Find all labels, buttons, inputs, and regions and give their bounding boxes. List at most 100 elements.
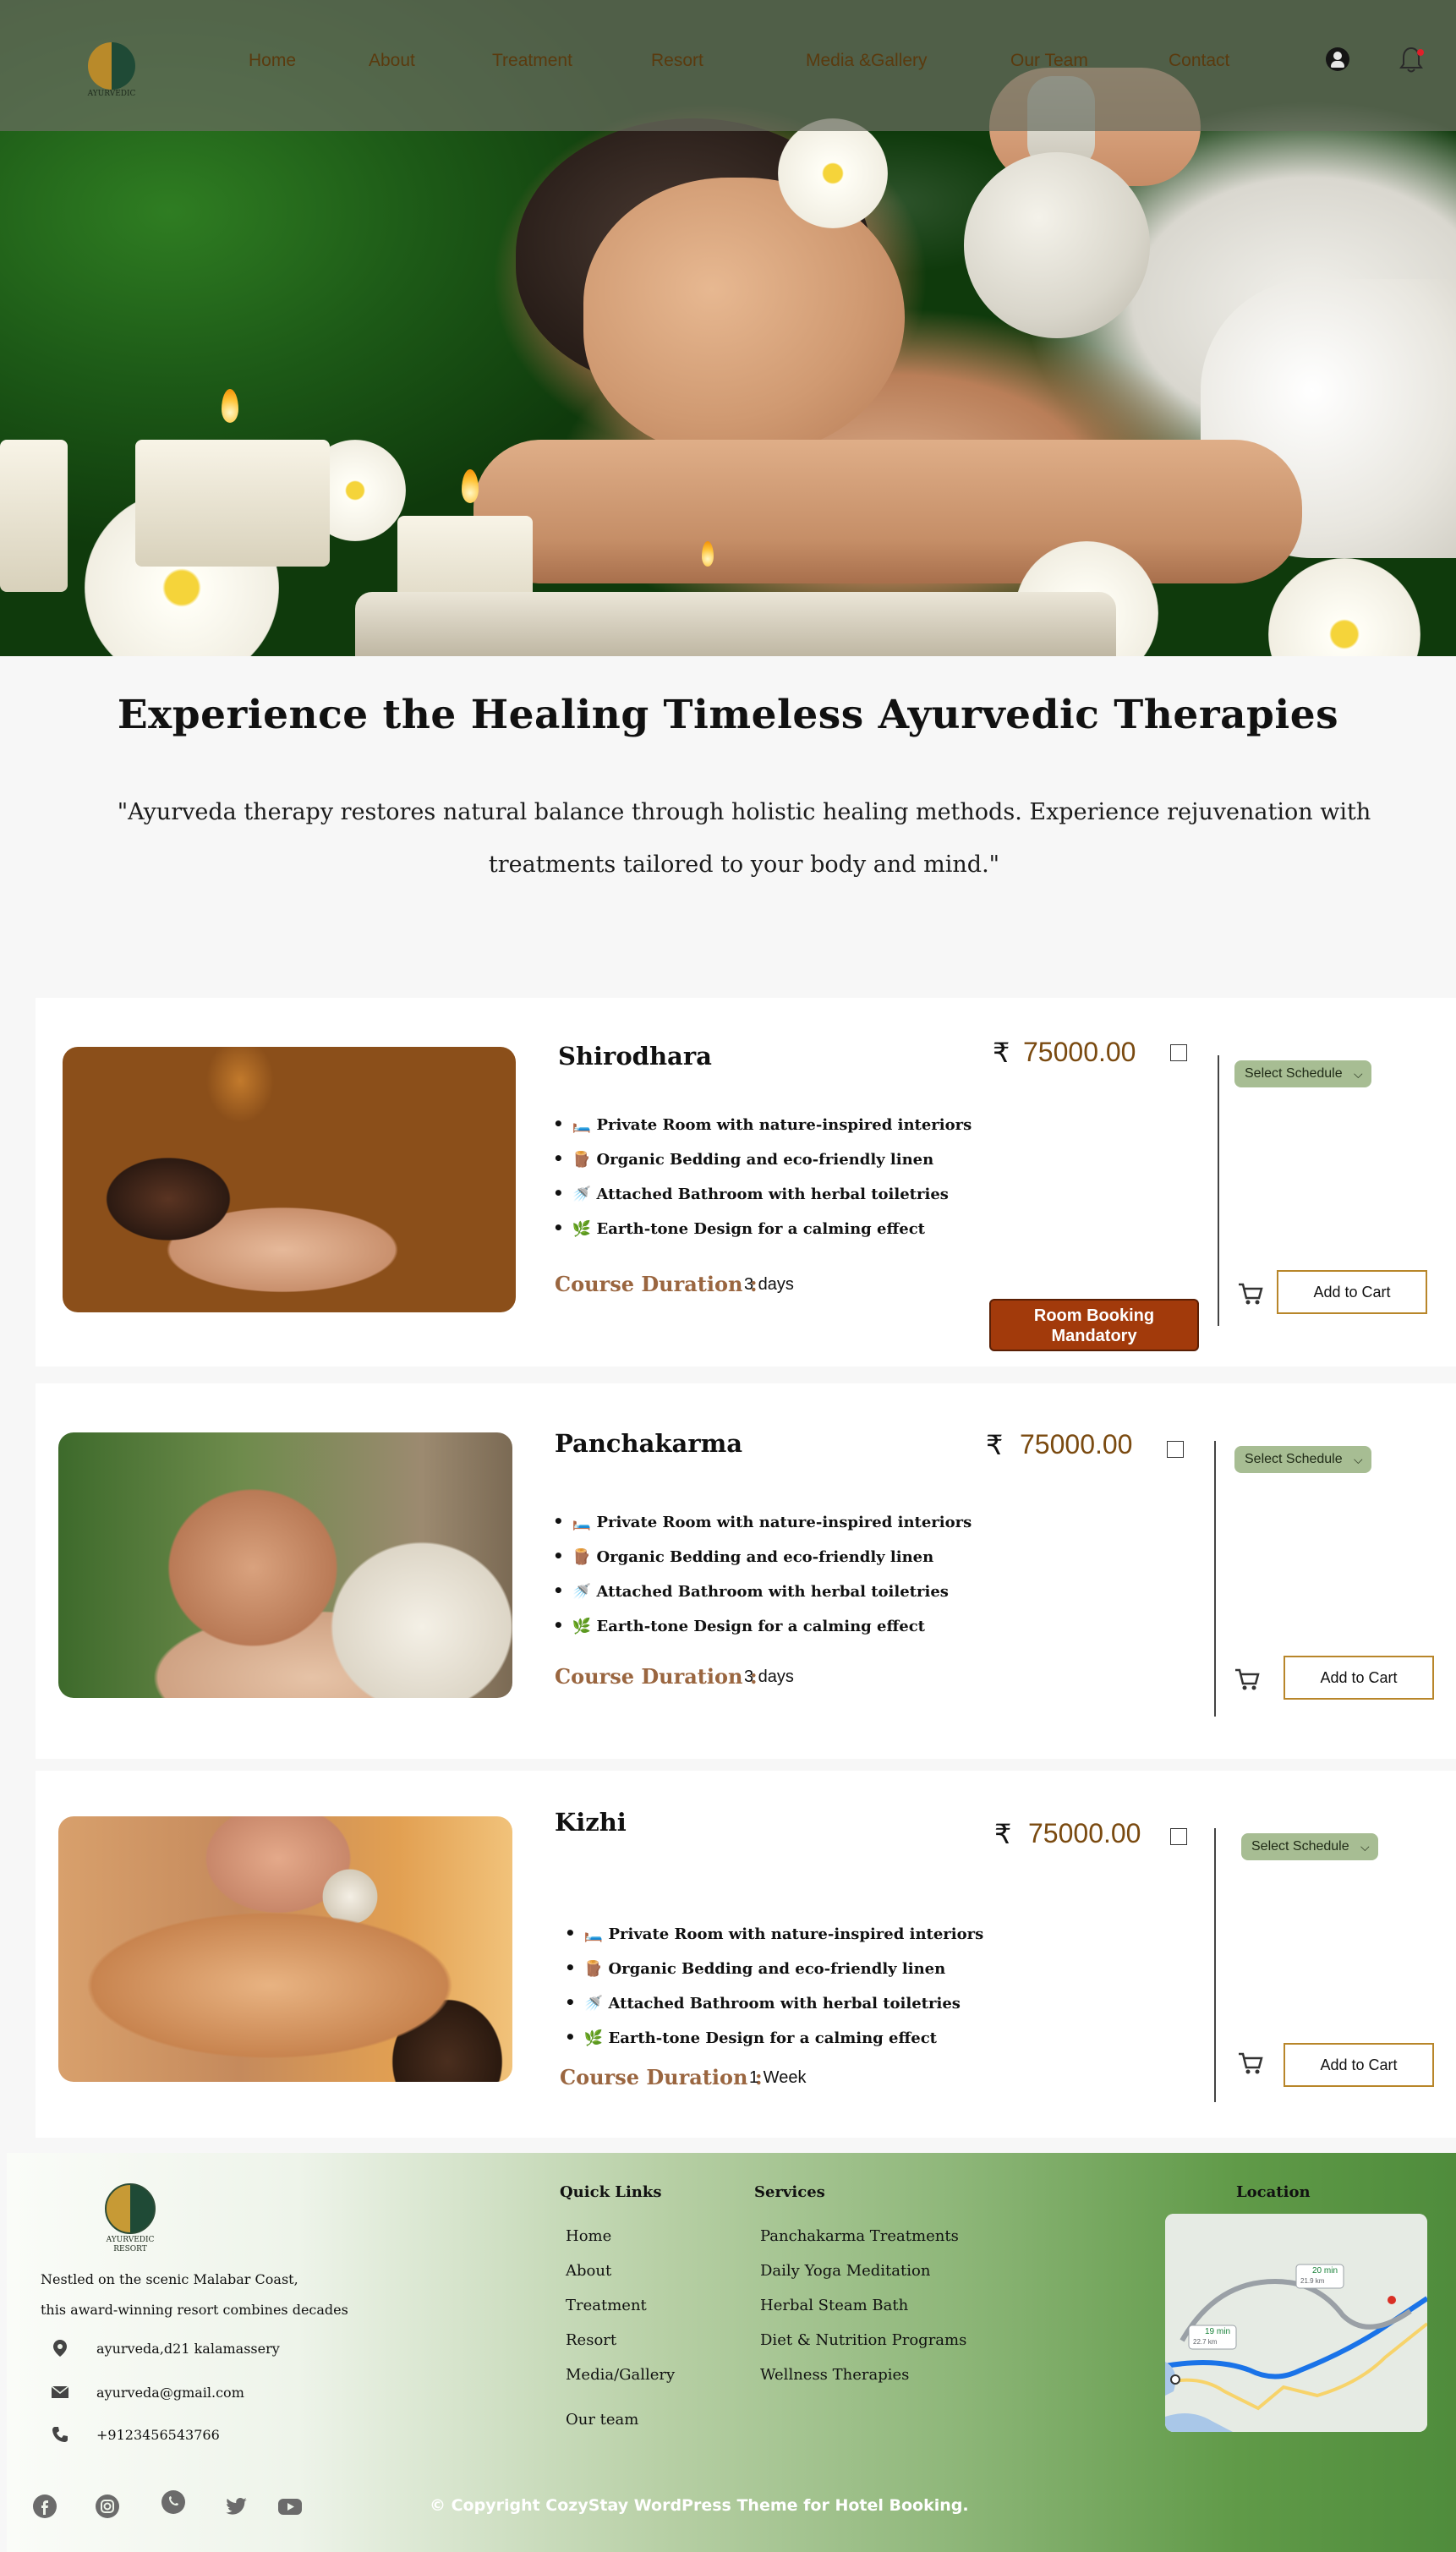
course-duration-value: 3 days [744, 1668, 794, 1686]
nav-home[interactable]: Home [249, 51, 296, 71]
select-schedule-label: Select Schedule [1251, 1839, 1349, 1854]
feature-item: 🌿 Earth-tone Design for a calming effect [553, 1608, 972, 1643]
course-duration-label: Course Duration : [555, 1664, 758, 1689]
footer-link-media-gallery[interactable]: Media/Gallery [566, 2366, 675, 2384]
service-link[interactable]: Panchakarma Treatments [760, 2227, 959, 2245]
hero-flower [1268, 558, 1420, 656]
feature-item: 🌿 Earth-tone Design for a calming effect [553, 1211, 972, 1246]
footer-about-line: Nestled on the scenic Malabar Coast, [41, 2271, 298, 2287]
location-pin-icon [53, 2340, 67, 2357]
cart-icon [1239, 2052, 1263, 2074]
nav-our-team[interactable]: Our Team [1010, 51, 1088, 71]
add-to-cart-button[interactable]: Add to Cart [1277, 1270, 1427, 1314]
feature-list: 🛏️ Private Room with nature-inspired int… [553, 1504, 972, 1643]
feature-item: 🪵 Organic Bedding and eco-friendly linen [553, 1142, 972, 1176]
select-checkbox[interactable] [1167, 1441, 1184, 1458]
map-route-distance: 21.9 km [1300, 2277, 1325, 2285]
footer-logo[interactable]: AYURVEDIC RESORT [96, 2183, 164, 2254]
add-to-cart-button[interactable]: Add to Cart [1284, 1656, 1434, 1700]
course-duration-label: Course Duration : [555, 1272, 758, 1296]
brand-logo[interactable]: AYURVEDIC [81, 41, 142, 101]
map-route-time: 19 min [1205, 2327, 1231, 2336]
divider [1218, 1055, 1219, 1326]
treatment-photo [58, 1432, 512, 1698]
feature-list: 🛏️ Private Room with nature-inspired int… [565, 1916, 983, 2055]
hero-herbal-pouch [964, 152, 1150, 338]
footer-link-home[interactable]: Home [566, 2227, 611, 2245]
hero-candle [135, 440, 330, 567]
room-booking-mandatory-button[interactable]: Room Booking Mandatory [989, 1299, 1199, 1351]
hero-arms [473, 440, 1302, 583]
location-heading: Location [1236, 2183, 1311, 2201]
footer-about: Nestled on the scenic Malabar Coast, thi… [41, 2264, 413, 2325]
footer-link-our-team[interactable]: Our team [566, 2411, 638, 2429]
facebook-icon[interactable] [32, 2494, 57, 2519]
footer: AYURVEDIC RESORT Nestled on the scenic M… [7, 2153, 1456, 2552]
treatment-photo [58, 1816, 512, 2082]
service-link[interactable]: Herbal Steam Bath [760, 2297, 908, 2314]
twitter-icon[interactable] [223, 2494, 249, 2519]
course-duration-label: Course Duration : [560, 2065, 763, 2089]
divider [1214, 1828, 1216, 2102]
hero-candle [0, 440, 68, 592]
quick-links-heading: Quick Links [560, 2183, 662, 2201]
youtube-icon[interactable] [277, 2494, 303, 2519]
instagram-icon[interactable] [95, 2494, 120, 2519]
feature-list: 🛏️ Private Room with nature-inspired int… [553, 1107, 972, 1246]
map-route-time: 20 min [1312, 2266, 1338, 2275]
select-checkbox[interactable] [1170, 1828, 1187, 1845]
whatsapp-icon[interactable] [161, 2489, 186, 2515]
chevron-down-icon: ⌵ [1354, 1067, 1363, 1081]
select-schedule-label: Select Schedule [1245, 1066, 1343, 1081]
email-text: ayurveda@gmail.com [96, 2385, 244, 2401]
chevron-down-icon: ⌵ [1354, 1453, 1363, 1466]
add-to-cart-button[interactable]: Add to Cart [1284, 2043, 1434, 2087]
price: 75000.00 [1023, 1037, 1136, 1067]
treatment-card-kizhi: Kizhi 🛏️ Private Room with nature-inspir… [36, 1771, 1456, 2138]
nav-treatment[interactable]: Treatment [492, 51, 572, 71]
cart-icon [1239, 1283, 1263, 1305]
treatment-card-shirodhara: Shirodhara 🛏️ Private Room with nature-i… [36, 998, 1456, 1366]
feature-item: 🚿 Attached Bathroom with herbal toiletri… [553, 1574, 972, 1608]
service-link[interactable]: Diet & Nutrition Programs [760, 2331, 966, 2349]
rupee-icon: ₹ [986, 1429, 1004, 1461]
select-schedule-dropdown[interactable]: Select Schedule ⌵ [1241, 1833, 1378, 1860]
intro-quote: "Ayurveda therapy restores natural balan… [117, 799, 1371, 878]
hero-candle-flame [222, 389, 238, 423]
nav-media-gallery[interactable]: Media &Gallery [806, 51, 928, 71]
rupee-icon: ₹ [993, 1037, 1010, 1069]
map-route-distance: 22.7 km [1193, 2338, 1218, 2346]
top-navigation: AYURVEDIC Home About Treatment Resort Me… [0, 0, 1456, 131]
treatment-name: Kizhi [555, 1808, 627, 1837]
nav-resort[interactable]: Resort [651, 51, 703, 71]
service-link[interactable]: Daily Yoga Meditation [760, 2262, 930, 2280]
course-duration-value: 3 days [744, 1275, 794, 1294]
select-schedule-label: Select Schedule [1245, 1452, 1343, 1466]
treatment-name: Panchakarma [555, 1429, 743, 1458]
map-graphic [1165, 2214, 1427, 2432]
nav-contact[interactable]: Contact [1169, 51, 1229, 71]
treatment-name: Shirodhara [558, 1042, 712, 1071]
footer-link-treatment[interactable]: Treatment [566, 2297, 647, 2314]
nav-about[interactable]: About [369, 51, 415, 71]
services-heading: Services [754, 2183, 825, 2201]
feature-item: 🛏️ Private Room with nature-inspired int… [553, 1107, 972, 1142]
footer-link-about[interactable]: About [566, 2262, 611, 2280]
user-account-icon[interactable] [1326, 47, 1349, 71]
select-schedule-dropdown[interactable]: Select Schedule ⌵ [1234, 1446, 1371, 1473]
hero-candle-flame [702, 541, 714, 567]
hero-flower [778, 118, 888, 228]
address-text: ayurveda,d21 kalamassery [96, 2341, 280, 2357]
notification-bell-icon[interactable] [1399, 46, 1424, 74]
service-link[interactable]: Wellness Therapies [760, 2366, 909, 2384]
select-schedule-dropdown[interactable]: Select Schedule ⌵ [1234, 1060, 1371, 1087]
feature-item: 🪵 Organic Bedding and eco-friendly linen [565, 1951, 983, 1985]
price: 75000.00 [1028, 1818, 1141, 1848]
chevron-down-icon: ⌵ [1360, 1840, 1370, 1854]
hero-mat [355, 592, 1116, 656]
select-checkbox[interactable] [1170, 1044, 1187, 1061]
location-map[interactable]: 20 min 21.9 km 19 min 22.7 km [1165, 2214, 1427, 2432]
feature-item: 🚿 Attached Bathroom with herbal toiletri… [553, 1176, 972, 1211]
footer-link-resort[interactable]: Resort [566, 2331, 616, 2349]
treatment-photo [63, 1047, 516, 1312]
